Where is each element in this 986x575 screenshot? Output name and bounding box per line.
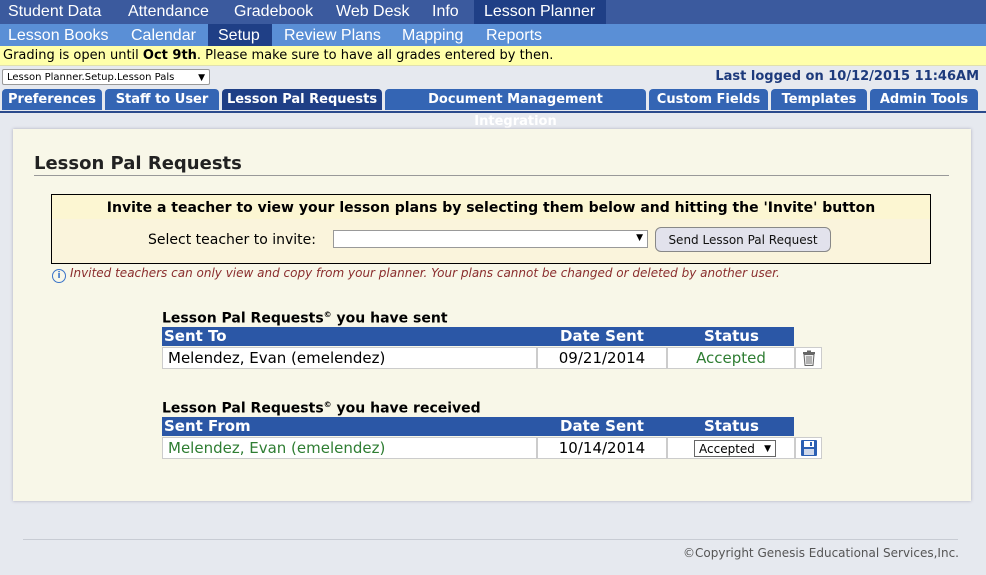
nav-lesson-planner[interactable]: Lesson Planner bbox=[474, 0, 606, 24]
alert-date: Oct 9th bbox=[142, 48, 197, 63]
received-table-header: Sent From Date Sent Status bbox=[162, 417, 794, 436]
copyright-mark: © bbox=[323, 400, 332, 409]
received-title-suffix: you have received bbox=[331, 400, 481, 417]
save-icon bbox=[801, 440, 817, 456]
trash-icon bbox=[803, 350, 815, 366]
nav-info[interactable]: Info bbox=[422, 0, 474, 24]
sent-table-header: Sent To Date Sent Status bbox=[162, 327, 794, 346]
select-teacher-label: Select teacher to invite: bbox=[148, 232, 316, 248]
subnav-mapping[interactable]: Mapping bbox=[390, 24, 474, 46]
send-request-button[interactable]: Send Lesson Pal Request bbox=[655, 227, 831, 252]
delete-button[interactable] bbox=[795, 347, 822, 369]
info-note-text: Invited teachers can only view and copy … bbox=[70, 266, 780, 280]
sent-from-cell: Melendez, Evan (emelendez) bbox=[162, 437, 537, 459]
date-sent-cell: 10/14/2014 bbox=[537, 437, 667, 459]
footer-copyright: ©Copyright Genesis Educational Services,… bbox=[683, 546, 959, 560]
sent-section-title: Lesson Pal Requests© you have sent bbox=[162, 310, 448, 327]
status-cell: Accepted ▼ bbox=[667, 437, 795, 459]
table-row: Melendez, Evan (emelendez) 10/14/2014 Ac… bbox=[162, 437, 822, 459]
title-divider bbox=[34, 175, 949, 176]
info-icon: i bbox=[52, 269, 66, 283]
table-row: Melendez, Evan (emelendez) 09/21/2014 Ac… bbox=[162, 347, 822, 369]
sent-to-cell: Melendez, Evan (emelendez) bbox=[162, 347, 537, 369]
subnav-review-plans[interactable]: Review Plans bbox=[272, 24, 390, 46]
subnav-reports[interactable]: Reports bbox=[474, 24, 554, 46]
page-title: Lesson Pal Requests bbox=[34, 153, 242, 174]
invite-box: Invite a teacher to view your lesson pla… bbox=[51, 194, 931, 264]
save-button[interactable] bbox=[795, 437, 822, 459]
breadcrumb-label: Lesson Planner.Setup.Lesson Pals bbox=[7, 72, 175, 83]
subnav-calendar[interactable]: Calendar bbox=[121, 24, 208, 46]
status-select[interactable]: Accepted ▼ bbox=[694, 440, 776, 457]
tab-preferences[interactable]: Preferences bbox=[2, 89, 102, 110]
tab-custom-fields[interactable]: Custom Fields bbox=[649, 89, 768, 110]
date-sent-cell: 09/21/2014 bbox=[537, 347, 667, 369]
col-date-sent: Date Sent bbox=[560, 327, 644, 345]
invite-heading: Invite a teacher to view your lesson pla… bbox=[52, 195, 930, 219]
info-note: i Invited teachers can only view and copy… bbox=[52, 266, 780, 283]
tab-admin-tools[interactable]: Admin Tools bbox=[870, 89, 978, 110]
sub-nav: Lesson Books Calendar Setup Review Plans… bbox=[0, 24, 986, 46]
last-logged-text: Last logged on 10/12/2015 11:46AM bbox=[715, 69, 979, 84]
chevron-down-icon: ▼ bbox=[198, 73, 205, 83]
status-select-value: Accepted bbox=[699, 442, 755, 456]
sent-title-text: Lesson Pal Requests bbox=[162, 310, 324, 327]
col-status: Status bbox=[704, 327, 759, 345]
tab-document-management[interactable]: Document Management Integration bbox=[385, 89, 646, 129]
status-cell: Accepted bbox=[667, 347, 795, 369]
tab-lesson-pal-requests[interactable]: Lesson Pal Requests bbox=[222, 89, 382, 110]
top-nav: Student Data Attendance Gradebook Web De… bbox=[0, 0, 986, 24]
lesson-pal-panel: Lesson Pal Requests Invite a teacher to … bbox=[13, 129, 971, 501]
received-section-title: Lesson Pal Requests© you have received bbox=[162, 400, 481, 417]
alert-text: Grading is open until bbox=[3, 48, 143, 63]
subnav-lesson-books[interactable]: Lesson Books bbox=[0, 24, 121, 46]
tab-staff-to-user[interactable]: Staff to User bbox=[105, 89, 219, 110]
nav-attendance[interactable]: Attendance bbox=[118, 0, 224, 24]
teacher-select[interactable]: ▼ bbox=[333, 230, 648, 248]
alert-suffix: . Please make sure to have all grades en… bbox=[196, 48, 554, 63]
nav-web-desk[interactable]: Web Desk bbox=[326, 0, 422, 24]
breadcrumb-select[interactable]: Lesson Planner.Setup.Lesson Pals ▼ bbox=[2, 69, 210, 85]
copyright-mark: © bbox=[323, 310, 332, 319]
grading-alert: Grading is open until Oct 9th. Please ma… bbox=[0, 46, 986, 66]
col-sent-from: Sent From bbox=[164, 417, 251, 435]
tab-templates[interactable]: Templates bbox=[771, 89, 867, 110]
footer-divider bbox=[23, 539, 958, 540]
tab-bar: Preferences Staff to User Lesson Pal Req… bbox=[0, 89, 986, 129]
col-date-sent: Date Sent bbox=[560, 417, 644, 435]
sent-title-suffix: you have sent bbox=[331, 310, 448, 327]
nav-student-data[interactable]: Student Data bbox=[0, 0, 118, 24]
col-status: Status bbox=[704, 417, 759, 435]
chevron-down-icon: ▼ bbox=[636, 233, 643, 243]
subnav-setup[interactable]: Setup bbox=[208, 24, 272, 46]
col-sent-to: Sent To bbox=[164, 327, 227, 345]
chevron-down-icon: ▼ bbox=[764, 444, 771, 454]
nav-gradebook[interactable]: Gradebook bbox=[224, 0, 326, 24]
received-title-text: Lesson Pal Requests bbox=[162, 400, 324, 417]
